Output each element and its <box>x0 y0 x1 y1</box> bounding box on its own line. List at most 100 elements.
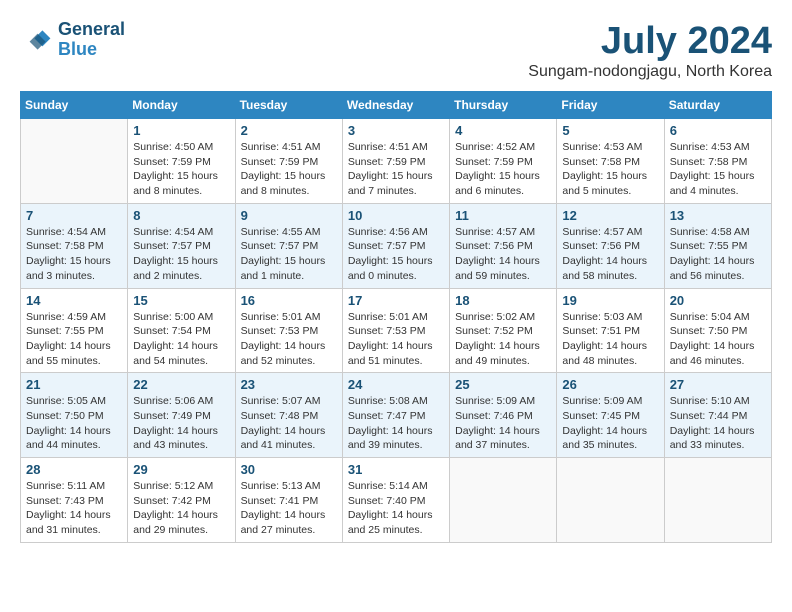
day-number: 25 <box>455 377 551 392</box>
day-number: 12 <box>562 208 658 223</box>
day-header-friday: Friday <box>557 92 664 119</box>
day-info: Sunrise: 4:56 AMSunset: 7:57 PMDaylight:… <box>348 225 444 284</box>
calendar-table: SundayMondayTuesdayWednesdayThursdayFrid… <box>20 91 772 543</box>
day-info: Sunrise: 5:11 AMSunset: 7:43 PMDaylight:… <box>26 479 122 538</box>
day-info: Sunrise: 5:13 AMSunset: 7:41 PMDaylight:… <box>241 479 337 538</box>
day-number: 27 <box>670 377 766 392</box>
day-info: Sunrise: 5:01 AMSunset: 7:53 PMDaylight:… <box>348 310 444 369</box>
day-number: 8 <box>133 208 229 223</box>
calendar-cell <box>21 119 128 204</box>
day-number: 20 <box>670 293 766 308</box>
day-number: 22 <box>133 377 229 392</box>
day-info: Sunrise: 5:10 AMSunset: 7:44 PMDaylight:… <box>670 394 766 453</box>
day-info: Sunrise: 4:54 AMSunset: 7:58 PMDaylight:… <box>26 225 122 284</box>
day-info: Sunrise: 4:57 AMSunset: 7:56 PMDaylight:… <box>455 225 551 284</box>
day-header-sunday: Sunday <box>21 92 128 119</box>
calendar-cell: 11Sunrise: 4:57 AMSunset: 7:56 PMDayligh… <box>450 203 557 288</box>
calendar-cell: 7 Sunrise: 4:54 AMSunset: 7:58 PMDaylight… <box>21 203 128 288</box>
calendar-cell: 1 Sunrise: 4:50 AMSunset: 7:59 PMDaylight… <box>128 119 235 204</box>
calendar-cell: 10 Sunrise: 4:56 AMSunset: 7:57 PMDayligh… <box>342 203 449 288</box>
day-info: Sunrise: 4:53 AMSunset: 7:58 PMDaylight:… <box>670 140 766 199</box>
day-info: Sunrise: 4:50 AMSunset: 7:59 PMDaylight:… <box>133 140 229 199</box>
day-number: 1 <box>133 123 229 138</box>
day-number: 3 <box>348 123 444 138</box>
day-number: 2 <box>241 123 337 138</box>
header-row: SundayMondayTuesdayWednesdayThursdayFrid… <box>21 92 772 119</box>
calendar-cell: 4Sunrise: 4:52 AMSunset: 7:59 PMDaylight… <box>450 119 557 204</box>
day-header-tuesday: Tuesday <box>235 92 342 119</box>
logo-line1: General <box>58 20 125 40</box>
day-info: Sunrise: 4:51 AMSunset: 7:59 PMDaylight:… <box>241 140 337 199</box>
day-number: 5 <box>562 123 658 138</box>
calendar-cell: 19Sunrise: 5:03 AMSunset: 7:51 PMDayligh… <box>557 288 664 373</box>
day-number: 7 <box>26 208 122 223</box>
day-header-wednesday: Wednesday <box>342 92 449 119</box>
day-number: 29 <box>133 462 229 477</box>
day-number: 13 <box>670 208 766 223</box>
day-info: Sunrise: 5:12 AMSunset: 7:42 PMDaylight:… <box>133 479 229 538</box>
day-info: Sunrise: 5:07 AMSunset: 7:48 PMDaylight:… <box>241 394 337 453</box>
day-info: Sunrise: 5:06 AMSunset: 7:49 PMDaylight:… <box>133 394 229 453</box>
calendar-cell: 26Sunrise: 5:09 AMSunset: 7:45 PMDayligh… <box>557 373 664 458</box>
week-row-3: 14 Sunrise: 4:59 AMSunset: 7:55 PMDayligh… <box>21 288 772 373</box>
day-number: 9 <box>241 208 337 223</box>
calendar-cell: 15Sunrise: 5:00 AMSunset: 7:54 PMDayligh… <box>128 288 235 373</box>
location-title: Sungam-nodongjagu, North Korea <box>528 63 772 81</box>
calendar-cell: 5 Sunrise: 4:53 AMSunset: 7:58 PMDaylight… <box>557 119 664 204</box>
logo-icon <box>20 24 52 56</box>
day-number: 30 <box>241 462 337 477</box>
day-header-monday: Monday <box>128 92 235 119</box>
day-number: 21 <box>26 377 122 392</box>
day-number: 16 <box>241 293 337 308</box>
day-info: Sunrise: 5:04 AMSunset: 7:50 PMDaylight:… <box>670 310 766 369</box>
calendar-cell: 23 Sunrise: 5:07 AMSunset: 7:48 PMDayligh… <box>235 373 342 458</box>
calendar-cell <box>557 458 664 543</box>
calendar-cell: 30 Sunrise: 5:13 AMSunset: 7:41 PMDayligh… <box>235 458 342 543</box>
day-info: Sunrise: 5:05 AMSunset: 7:50 PMDaylight:… <box>26 394 122 453</box>
day-number: 31 <box>348 462 444 477</box>
day-number: 17 <box>348 293 444 308</box>
day-header-thursday: Thursday <box>450 92 557 119</box>
calendar-cell: 13 Sunrise: 4:58 AMSunset: 7:55 PMDayligh… <box>664 203 771 288</box>
week-row-2: 7 Sunrise: 4:54 AMSunset: 7:58 PMDaylight… <box>21 203 772 288</box>
day-info: Sunrise: 4:58 AMSunset: 7:55 PMDaylight:… <box>670 225 766 284</box>
calendar-cell: 21 Sunrise: 5:05 AMSunset: 7:50 PMDayligh… <box>21 373 128 458</box>
day-info: Sunrise: 4:54 AMSunset: 7:57 PMDaylight:… <box>133 225 229 284</box>
calendar-cell: 6Sunrise: 4:53 AMSunset: 7:58 PMDaylight… <box>664 119 771 204</box>
day-number: 14 <box>26 293 122 308</box>
day-info: Sunrise: 5:14 AMSunset: 7:40 PMDaylight:… <box>348 479 444 538</box>
calendar-cell: 25 Sunrise: 5:09 AMSunset: 7:46 PMDayligh… <box>450 373 557 458</box>
calendar-cell: 9Sunrise: 4:55 AMSunset: 7:57 PMDaylight… <box>235 203 342 288</box>
day-number: 28 <box>26 462 122 477</box>
calendar-cell: 24 Sunrise: 5:08 AMSunset: 7:47 PMDayligh… <box>342 373 449 458</box>
day-info: Sunrise: 5:09 AMSunset: 7:46 PMDaylight:… <box>455 394 551 453</box>
calendar-cell: 22 Sunrise: 5:06 AMSunset: 7:49 PMDayligh… <box>128 373 235 458</box>
calendar-cell: 8 Sunrise: 4:54 AMSunset: 7:57 PMDaylight… <box>128 203 235 288</box>
calendar-cell: 28 Sunrise: 5:11 AMSunset: 7:43 PMDayligh… <box>21 458 128 543</box>
day-info: Sunrise: 5:09 AMSunset: 7:45 PMDaylight:… <box>562 394 658 453</box>
calendar-cell: 31 Sunrise: 5:14 AMSunset: 7:40 PMDayligh… <box>342 458 449 543</box>
day-info: Sunrise: 5:02 AMSunset: 7:52 PMDaylight:… <box>455 310 551 369</box>
calendar-cell: 18 Sunrise: 5:02 AMSunset: 7:52 PMDayligh… <box>450 288 557 373</box>
day-number: 4 <box>455 123 551 138</box>
day-number: 19 <box>562 293 658 308</box>
week-row-5: 28 Sunrise: 5:11 AMSunset: 7:43 PMDayligh… <box>21 458 772 543</box>
day-number: 18 <box>455 293 551 308</box>
week-row-1: 1 Sunrise: 4:50 AMSunset: 7:59 PMDaylight… <box>21 119 772 204</box>
day-info: Sunrise: 4:59 AMSunset: 7:55 PMDaylight:… <box>26 310 122 369</box>
calendar-cell: 27 Sunrise: 5:10 AMSunset: 7:44 PMDayligh… <box>664 373 771 458</box>
day-info: Sunrise: 4:57 AMSunset: 7:56 PMDaylight:… <box>562 225 658 284</box>
month-title: July 2024 <box>528 20 772 63</box>
calendar-cell: 12 Sunrise: 4:57 AMSunset: 7:56 PMDayligh… <box>557 203 664 288</box>
day-number: 23 <box>241 377 337 392</box>
day-info: Sunrise: 5:08 AMSunset: 7:47 PMDaylight:… <box>348 394 444 453</box>
day-number: 10 <box>348 208 444 223</box>
calendar-cell <box>450 458 557 543</box>
day-info: Sunrise: 4:53 AMSunset: 7:58 PMDaylight:… <box>562 140 658 199</box>
day-info: Sunrise: 5:00 AMSunset: 7:54 PMDaylight:… <box>133 310 229 369</box>
day-number: 24 <box>348 377 444 392</box>
calendar-cell: 20 Sunrise: 5:04 AMSunset: 7:50 PMDayligh… <box>664 288 771 373</box>
day-info: Sunrise: 4:51 AMSunset: 7:59 PMDaylight:… <box>348 140 444 199</box>
logo: General Blue <box>20 20 125 60</box>
day-info: Sunrise: 5:01 AMSunset: 7:53 PMDaylight:… <box>241 310 337 369</box>
